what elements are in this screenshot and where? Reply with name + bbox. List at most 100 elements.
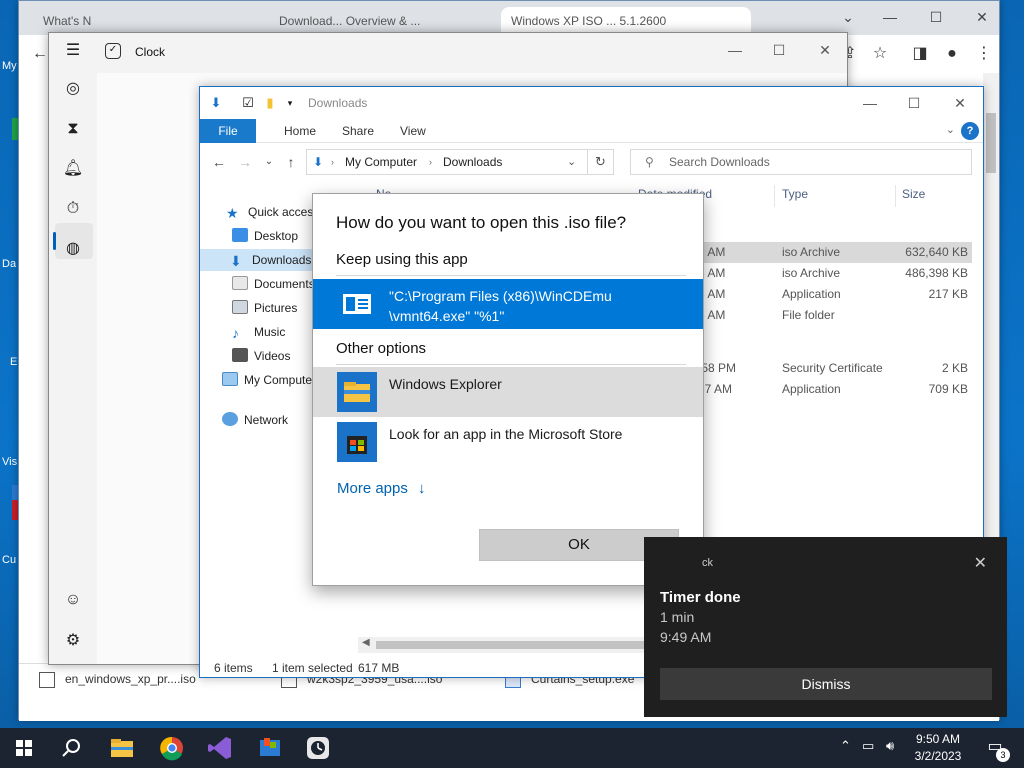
option-label: Windows Explorer [389, 376, 502, 392]
nav-label: Network [244, 413, 289, 427]
desktop-label[interactable]: Vis [2, 456, 17, 468]
windows-explorer-option[interactable]: Windows Explorer [313, 367, 703, 417]
account-icon[interactable]: ☺ [61, 588, 85, 612]
nav-item-quick-access[interactable]: ★ Quick access [226, 201, 319, 223]
search-icon[interactable] [58, 734, 86, 762]
installer-icon[interactable] [256, 734, 284, 762]
back-arrow-icon[interactable]: ← [210, 153, 228, 171]
column-separator[interactable] [774, 185, 775, 207]
microsoft-store-option[interactable]: Look for an app in the Microsoft Store [313, 417, 703, 467]
column-separator[interactable] [895, 185, 896, 207]
minimize-button[interactable]: — [848, 92, 892, 114]
scrollbar-thumb[interactable] [986, 113, 996, 173]
nav-item-desktop[interactable]: Desktop [232, 225, 298, 247]
nav-item-documents[interactable]: Documents [232, 273, 315, 295]
dismiss-button[interactable]: Dismiss [660, 668, 992, 700]
desktop-label[interactable]: E [10, 356, 17, 368]
menu-dots-icon[interactable]: ⋮ [971, 43, 997, 65]
search-input[interactable]: ⚲ Search Downloads [630, 149, 972, 175]
nav-item-music[interactable]: ♪ Music [232, 321, 285, 343]
close-button[interactable]: ✕ [967, 9, 997, 29]
more-apps-link[interactable]: More apps ↓ [337, 480, 426, 497]
expand-ribbon-icon[interactable]: ⌄ [946, 123, 955, 136]
quick-access-dropdown-icon[interactable]: ▾ [282, 95, 298, 111]
chrome-tab-active[interactable]: Windows XP ISO ... 5.1.2600 [501, 7, 751, 35]
column-header-size[interactable]: Size [902, 187, 925, 207]
maximize-button[interactable]: ☐ [921, 9, 951, 29]
star-icon[interactable]: ☆ [867, 43, 893, 65]
show-hidden-icons-chevron-icon[interactable]: ⌃ [840, 738, 851, 754]
breadcrumb-separator-icon[interactable]: › [429, 150, 432, 174]
close-button[interactable]: ✕ [938, 92, 982, 114]
tab-share[interactable]: Share [328, 119, 388, 143]
taskbar-clock[interactable]: 9:50 AM 3/2/2023 [900, 731, 976, 765]
volume-icon[interactable]: 🔊︎ [886, 738, 894, 754]
refresh-icon[interactable]: ↻ [588, 149, 614, 175]
desktop-label[interactable]: Cu [2, 554, 16, 566]
chrome-tab[interactable]: What's N [33, 7, 263, 35]
clock-nav-rail: ☰ ◎ ⧗ 🔔︎ ⏱︎ ◍ ☺ ⚙ [49, 33, 97, 664]
current-app-option[interactable]: "C:\Program Files (x86)\WinCDEmu \vmnt64… [313, 279, 703, 329]
chrome-tab[interactable]: Download... Overview & ... [269, 7, 499, 35]
chrome-icon[interactable] [158, 734, 186, 762]
forward-arrow-icon[interactable]: → [236, 153, 254, 171]
tab-home[interactable]: Home [270, 119, 330, 143]
minimize-button[interactable]: — [875, 9, 905, 29]
profile-icon[interactable]: ● [939, 43, 965, 65]
tab-file[interactable]: File [200, 119, 256, 143]
download-item[interactable]: en_windows_xp_pr....iso ⌃ [39, 672, 221, 702]
new-folder-icon[interactable]: ▮ [262, 95, 278, 111]
nav-item-pictures[interactable]: Pictures [232, 297, 297, 319]
network-icon[interactable]: ▭ [862, 738, 874, 754]
toast-duration: 1 min [660, 609, 695, 625]
chevron-down-icon[interactable]: ⌄ [833, 9, 863, 29]
nav-item-my-computer[interactable]: My Computer [222, 369, 316, 391]
help-icon[interactable]: ? [961, 122, 979, 140]
focus-sessions-icon[interactable]: ◎ [61, 77, 85, 101]
close-button[interactable]: ✕ [805, 39, 845, 61]
documents-icon [232, 276, 248, 290]
recent-locations-icon[interactable]: ⌄ [260, 153, 278, 171]
tab-view[interactable]: View [386, 119, 440, 143]
windows-start-icon[interactable] [10, 734, 38, 762]
nav-item-network[interactable]: Network [222, 409, 288, 431]
alarm-bell-icon[interactable]: 🔔︎ [61, 157, 85, 181]
chrome-tab-label: What's N [43, 14, 92, 28]
file-type: File folder [782, 308, 835, 322]
clock-app-icon[interactable] [304, 734, 332, 762]
breadcrumb-item[interactable]: My Computer [345, 150, 417, 174]
maximize-button[interactable]: ☐ [759, 39, 799, 61]
download-arrow-icon: ⬇ [230, 253, 242, 269]
notification-center-icon[interactable]: ▭ 3 [982, 736, 1010, 762]
column-header-type[interactable]: Type [782, 187, 808, 207]
side-panel-icon[interactable]: ◨ [907, 43, 933, 65]
maximize-button[interactable]: ☐ [892, 92, 936, 114]
address-bar[interactable]: ⬇ › My Computer › Downloads ⌄ [306, 149, 588, 175]
desktop-label[interactable]: My [2, 60, 17, 72]
address-dropdown-icon[interactable]: ⌄ [567, 150, 576, 174]
scroll-left-icon[interactable]: ◀ [362, 637, 370, 648]
nav-label: Downloads [252, 253, 312, 267]
taskbar-date: 3/2/2023 [914, 749, 962, 763]
settings-gear-icon[interactable]: ⚙ [61, 629, 85, 653]
minimize-button[interactable]: — [715, 39, 755, 61]
breadcrumb-item[interactable]: Downloads [443, 150, 502, 174]
file-type: Application [782, 287, 841, 301]
timer-hourglass-icon[interactable]: ⧗ [61, 117, 85, 141]
option-label: Look for an app in the Microsoft Store [389, 426, 623, 442]
hamburger-menu-icon[interactable]: ☰ [61, 39, 85, 63]
download-arrow-icon: ⬇ [313, 155, 324, 169]
close-icon[interactable]: ✕ [974, 553, 987, 573]
nav-item-videos[interactable]: Videos [232, 345, 290, 367]
file-explorer-icon[interactable] [108, 734, 136, 762]
visual-studio-icon[interactable] [206, 734, 234, 762]
breadcrumb-separator-icon[interactable]: › [331, 150, 334, 174]
world-clock-icon[interactable]: ◍ [61, 237, 85, 261]
desktop-label[interactable]: Da [2, 258, 16, 270]
nav-item-downloads[interactable]: ⬇ Downloads [200, 249, 315, 271]
stopwatch-icon[interactable]: ⏱︎ [61, 197, 85, 221]
properties-check-icon[interactable]: ☑ [240, 95, 256, 111]
up-arrow-icon[interactable]: ↑ [282, 153, 300, 171]
iso-file-icon [39, 672, 55, 688]
nav-label: Quick access [248, 205, 320, 219]
